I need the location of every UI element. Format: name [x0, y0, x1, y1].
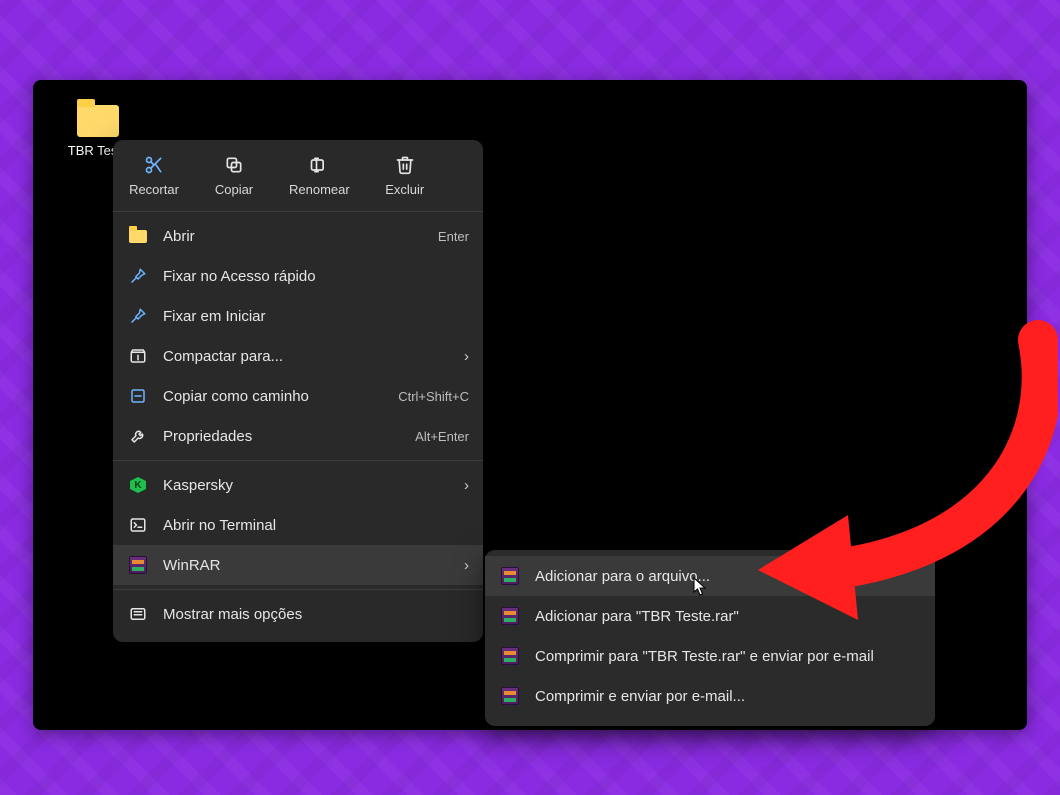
wrench-icon	[127, 425, 149, 447]
submenu-compress-email-label: Comprimir e enviar por e-mail...	[535, 688, 745, 705]
menu-copy-path-label: Copiar como caminho	[163, 388, 374, 405]
menu-divider	[113, 460, 483, 461]
terminal-icon	[127, 514, 149, 536]
menu-pin-quick-label: Fixar no Acesso rápido	[163, 268, 469, 285]
menu-pin-start[interactable]: Fixar em Iniciar	[113, 296, 483, 336]
menu-kaspersky[interactable]: K Kaspersky ›	[113, 465, 483, 505]
menu-open-shortcut: Enter	[438, 229, 469, 244]
winrar-icon	[499, 605, 521, 627]
menu-divider	[113, 589, 483, 590]
rename-button[interactable]: Renomear	[289, 154, 350, 197]
menu-show-more-label: Mostrar mais opções	[163, 606, 469, 623]
menu-properties[interactable]: Propriedades Alt+Enter	[113, 416, 483, 456]
context-toolbar: Recortar Copiar Renomear Excluir	[113, 148, 483, 207]
chevron-right-icon: ›	[464, 348, 469, 365]
menu-pin-quick[interactable]: Fixar no Acesso rápido	[113, 256, 483, 296]
scissors-icon	[143, 154, 165, 176]
cut-label: Recortar	[129, 182, 179, 197]
context-menu: Recortar Copiar Renomear Excluir	[113, 140, 483, 642]
kaspersky-icon: K	[127, 474, 149, 496]
copy-label: Copiar	[215, 182, 253, 197]
menu-open[interactable]: Abrir Enter	[113, 216, 483, 256]
winrar-icon	[499, 685, 521, 707]
copy-path-icon	[127, 385, 149, 407]
menu-copy-path-shortcut: Ctrl+Shift+C	[398, 389, 469, 404]
menu-divider	[113, 211, 483, 212]
winrar-submenu: Adicionar para o arquivo... Adicionar pa…	[485, 550, 935, 726]
menu-kaspersky-label: Kaspersky	[163, 477, 450, 494]
folder-icon	[77, 105, 119, 137]
submenu-add-to-named-label: Adicionar para "TBR Teste.rar"	[535, 608, 739, 625]
menu-compress-to[interactable]: Compactar para... ›	[113, 336, 483, 376]
rename-label: Renomear	[289, 182, 350, 197]
winrar-icon	[499, 565, 521, 587]
winrar-icon	[127, 554, 149, 576]
menu-winrar[interactable]: WinRAR ›	[113, 545, 483, 585]
delete-button[interactable]: Excluir	[380, 154, 430, 197]
submenu-compress-email[interactable]: Comprimir e enviar por e-mail...	[485, 676, 935, 716]
pin-icon	[127, 265, 149, 287]
archive-icon	[127, 345, 149, 367]
submenu-compress-email-named[interactable]: Comprimir para "TBR Teste.rar" e enviar …	[485, 636, 935, 676]
pin-start-icon	[127, 305, 149, 327]
menu-copy-path[interactable]: Copiar como caminho Ctrl+Shift+C	[113, 376, 483, 416]
menu-compress-to-label: Compactar para...	[163, 348, 450, 365]
submenu-add-to-named[interactable]: Adicionar para "TBR Teste.rar"	[485, 596, 935, 636]
trash-icon	[394, 154, 416, 176]
delete-label: Excluir	[385, 182, 424, 197]
copy-icon	[223, 154, 245, 176]
folder-open-icon	[127, 225, 149, 247]
desktop-frame: TBR Teste Recortar Copiar Renomear	[33, 80, 1027, 730]
menu-winrar-label: WinRAR	[163, 557, 450, 574]
copy-button[interactable]: Copiar	[209, 154, 259, 197]
menu-pin-start-label: Fixar em Iniciar	[163, 308, 469, 325]
chevron-right-icon: ›	[464, 477, 469, 494]
winrar-icon	[499, 645, 521, 667]
chevron-right-icon: ›	[464, 557, 469, 574]
submenu-add-to-archive[interactable]: Adicionar para o arquivo...	[485, 556, 935, 596]
menu-open-terminal-label: Abrir no Terminal	[163, 517, 469, 534]
menu-properties-label: Propriedades	[163, 428, 391, 445]
menu-show-more[interactable]: Mostrar mais opções	[113, 594, 483, 634]
cut-button[interactable]: Recortar	[129, 154, 179, 197]
menu-properties-shortcut: Alt+Enter	[415, 429, 469, 444]
submenu-compress-email-named-label: Comprimir para "TBR Teste.rar" e enviar …	[535, 648, 874, 665]
menu-open-label: Abrir	[163, 228, 414, 245]
rename-icon	[308, 154, 330, 176]
submenu-add-to-archive-label: Adicionar para o arquivo...	[535, 568, 710, 585]
menu-open-terminal[interactable]: Abrir no Terminal	[113, 505, 483, 545]
more-options-icon	[127, 603, 149, 625]
